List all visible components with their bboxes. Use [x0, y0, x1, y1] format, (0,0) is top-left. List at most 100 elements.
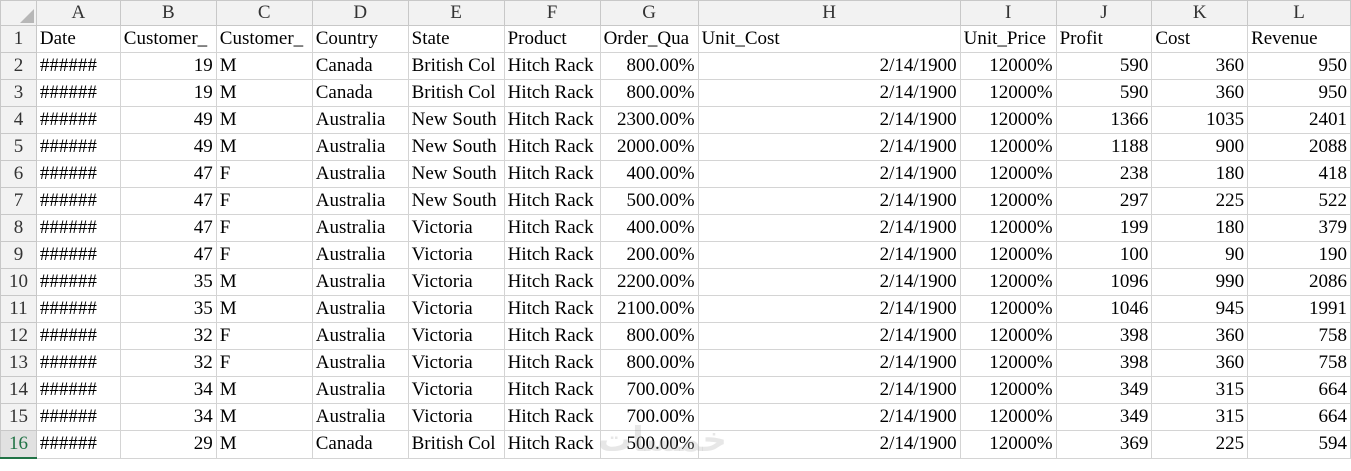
cell-customer-gender[interactable]: M: [215, 106, 313, 134]
cell-product[interactable]: Hitch Rack: [503, 106, 601, 134]
row-header[interactable]: 11: [0, 295, 37, 323]
row-header[interactable]: 16: [0, 430, 37, 459]
cell-date[interactable]: ######: [35, 322, 121, 350]
cell-header-customer-age[interactable]: Customer_: [119, 25, 217, 53]
cell-header-customer-gender[interactable]: Customer_: [215, 25, 313, 53]
select-all-corner[interactable]: [0, 0, 37, 26]
cell-date[interactable]: ######: [35, 268, 121, 296]
cell-order-quantity[interactable]: 800.00%: [599, 322, 699, 350]
cell-profit[interactable]: 1046: [1055, 295, 1153, 323]
cell-cost[interactable]: 360: [1151, 349, 1249, 377]
cell-unit-cost[interactable]: 2/14/1900: [697, 187, 961, 215]
cell-unit-price[interactable]: 12000%: [959, 322, 1057, 350]
cell-state[interactable]: Victoria: [407, 403, 505, 431]
cell-order-quantity[interactable]: 800.00%: [599, 52, 699, 80]
cell-date[interactable]: ######: [35, 187, 121, 215]
cell-state[interactable]: New South: [407, 106, 505, 134]
cell-revenue[interactable]: 950: [1247, 79, 1351, 107]
cell-product[interactable]: Hitch Rack: [503, 79, 601, 107]
cell-revenue[interactable]: 2086: [1247, 268, 1351, 296]
cell-order-quantity[interactable]: 2300.00%: [599, 106, 699, 134]
cell-unit-cost[interactable]: 2/14/1900: [697, 268, 961, 296]
cell-header-unit-price[interactable]: Unit_Price: [959, 25, 1057, 53]
cell-product[interactable]: Hitch Rack: [503, 430, 601, 459]
cell-customer-age[interactable]: 49: [119, 133, 217, 161]
cell-customer-gender[interactable]: F: [215, 187, 313, 215]
cell-customer-age[interactable]: 32: [119, 322, 217, 350]
cell-product[interactable]: Hitch Rack: [503, 349, 601, 377]
cell-revenue[interactable]: 379: [1247, 214, 1351, 242]
cell-unit-price[interactable]: 12000%: [959, 268, 1057, 296]
cell-country[interactable]: Australia: [311, 403, 409, 431]
column-header-b[interactable]: B: [119, 0, 217, 26]
cell-country[interactable]: Australia: [311, 295, 409, 323]
cell-product[interactable]: Hitch Rack: [503, 187, 601, 215]
cell-unit-cost[interactable]: 2/14/1900: [697, 403, 961, 431]
cell-unit-cost[interactable]: 2/14/1900: [697, 241, 961, 269]
cell-revenue[interactable]: 2088: [1247, 133, 1351, 161]
cell-date[interactable]: ######: [35, 52, 121, 80]
cell-unit-price[interactable]: 12000%: [959, 376, 1057, 404]
cell-order-quantity[interactable]: 2000.00%: [599, 133, 699, 161]
cell-state[interactable]: Victoria: [407, 241, 505, 269]
cell-order-quantity[interactable]: 800.00%: [599, 349, 699, 377]
cell-profit[interactable]: 590: [1055, 79, 1153, 107]
row-header[interactable]: 5: [0, 133, 37, 161]
cell-date[interactable]: ######: [35, 241, 121, 269]
cell-country[interactable]: Australia: [311, 349, 409, 377]
cell-customer-age[interactable]: 35: [119, 295, 217, 323]
cell-profit[interactable]: 369: [1055, 430, 1153, 459]
cell-customer-age[interactable]: 35: [119, 268, 217, 296]
cell-revenue[interactable]: 664: [1247, 376, 1351, 404]
column-header-c[interactable]: C: [215, 0, 313, 26]
cell-date[interactable]: ######: [35, 79, 121, 107]
cell-order-quantity[interactable]: 200.00%: [599, 241, 699, 269]
cell-header-state[interactable]: State: [407, 25, 505, 53]
cell-profit[interactable]: 1096: [1055, 268, 1153, 296]
cell-order-quantity[interactable]: 500.00%: [599, 430, 699, 459]
cell-customer-age[interactable]: 29: [119, 430, 217, 459]
cell-profit[interactable]: 1366: [1055, 106, 1153, 134]
cell-cost[interactable]: 180: [1151, 160, 1249, 188]
cell-product[interactable]: Hitch Rack: [503, 241, 601, 269]
cell-unit-price[interactable]: 12000%: [959, 160, 1057, 188]
cell-product[interactable]: Hitch Rack: [503, 376, 601, 404]
row-header[interactable]: 13: [0, 349, 37, 377]
cell-revenue[interactable]: 2401: [1247, 106, 1351, 134]
cell-date[interactable]: ######: [35, 133, 121, 161]
cell-order-quantity[interactable]: 700.00%: [599, 403, 699, 431]
cell-unit-cost[interactable]: 2/14/1900: [697, 376, 961, 404]
cell-cost[interactable]: 225: [1151, 430, 1249, 459]
cell-header-profit[interactable]: Profit: [1055, 25, 1153, 53]
cell-order-quantity[interactable]: 400.00%: [599, 214, 699, 242]
cell-customer-gender[interactable]: M: [215, 376, 313, 404]
cell-cost[interactable]: 225: [1151, 187, 1249, 215]
cell-customer-gender[interactable]: F: [215, 322, 313, 350]
cell-revenue[interactable]: 594: [1247, 430, 1351, 459]
cell-country[interactable]: Canada: [311, 52, 409, 80]
cell-unit-price[interactable]: 12000%: [959, 403, 1057, 431]
column-header-l[interactable]: L: [1247, 0, 1351, 26]
cell-cost[interactable]: 180: [1151, 214, 1249, 242]
cell-customer-gender[interactable]: M: [215, 295, 313, 323]
cell-state[interactable]: New South: [407, 187, 505, 215]
cell-profit[interactable]: 297: [1055, 187, 1153, 215]
cell-unit-price[interactable]: 12000%: [959, 241, 1057, 269]
cell-country[interactable]: Australia: [311, 160, 409, 188]
cell-customer-gender[interactable]: M: [215, 268, 313, 296]
cell-customer-gender[interactable]: M: [215, 403, 313, 431]
cell-cost[interactable]: 315: [1151, 376, 1249, 404]
cell-customer-gender[interactable]: M: [215, 52, 313, 80]
cell-date[interactable]: ######: [35, 376, 121, 404]
cell-unit-price[interactable]: 12000%: [959, 349, 1057, 377]
cell-product[interactable]: Hitch Rack: [503, 160, 601, 188]
cell-header-revenue[interactable]: Revenue: [1247, 25, 1351, 53]
cell-revenue[interactable]: 758: [1247, 349, 1351, 377]
cell-date[interactable]: ######: [35, 295, 121, 323]
cell-cost[interactable]: 990: [1151, 268, 1249, 296]
row-header[interactable]: 6: [0, 160, 37, 188]
cell-profit[interactable]: 199: [1055, 214, 1153, 242]
cell-state[interactable]: Victoria: [407, 214, 505, 242]
column-header-a[interactable]: A: [35, 0, 121, 26]
cell-state[interactable]: British Col: [407, 52, 505, 80]
